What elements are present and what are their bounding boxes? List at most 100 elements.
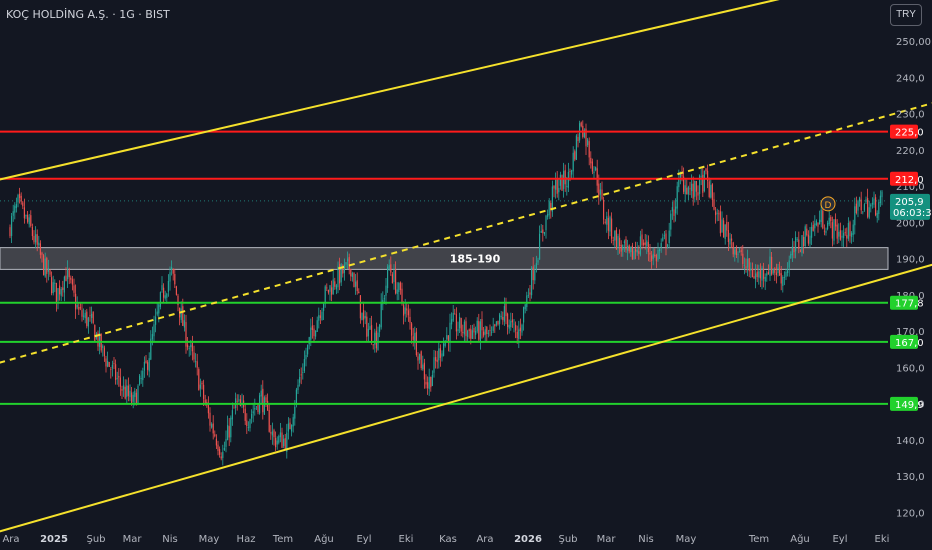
- candle-body: [729, 238, 731, 245]
- candle-body: [644, 242, 646, 245]
- candle-body: [796, 239, 798, 240]
- candle-body: [609, 217, 611, 232]
- candle-body: [751, 268, 753, 278]
- candle-body: [108, 361, 110, 367]
- x-tick-label: Tem: [272, 534, 293, 545]
- candle-body: [236, 400, 238, 402]
- candle-body: [828, 217, 830, 225]
- candle-body: [827, 222, 829, 230]
- candle-body: [606, 216, 608, 225]
- candle-body: [119, 377, 121, 387]
- candle-body: [28, 217, 30, 225]
- candle-body: [620, 244, 622, 252]
- candle-body: [92, 311, 94, 323]
- candle-body: [622, 244, 624, 251]
- candle-body: [655, 255, 657, 262]
- candle-body: [230, 417, 232, 438]
- candle-body: [801, 235, 803, 254]
- y-tick-label: 240,0: [896, 73, 925, 84]
- candle-body: [567, 171, 569, 188]
- candle-body: [292, 417, 294, 427]
- candle-body: [855, 203, 857, 213]
- candle-body: [791, 246, 793, 256]
- candle-body: [417, 356, 419, 361]
- candle-body: [353, 273, 355, 288]
- candle-body: [732, 242, 734, 255]
- candle-body: [758, 271, 760, 278]
- candle-body: [55, 282, 57, 304]
- candle-body: [331, 287, 333, 295]
- candle-body: [463, 321, 465, 335]
- candle-body: [535, 263, 537, 269]
- candle-body: [571, 170, 573, 175]
- candle-body: [627, 245, 629, 251]
- x-tick-label: 2025: [40, 534, 68, 545]
- candle-body: [503, 306, 505, 322]
- candle-body: [363, 310, 365, 320]
- candle-body: [689, 188, 691, 190]
- candle-body: [540, 230, 542, 233]
- candle-body: [638, 251, 640, 254]
- candle-body: [705, 168, 707, 172]
- candle-body: [223, 448, 225, 450]
- candle-body: [371, 325, 373, 343]
- candle-body: [831, 222, 833, 239]
- candle-body: [279, 432, 281, 438]
- candle-body: [731, 238, 733, 241]
- candle-body: [73, 285, 75, 293]
- candle-body: [132, 394, 134, 402]
- x-tick-label: Eyl: [356, 534, 371, 545]
- candle-body: [209, 412, 211, 426]
- candle-body: [159, 292, 161, 307]
- chart-background: [0, 0, 932, 550]
- candle-body: [22, 202, 24, 207]
- candle-body: [595, 166, 597, 171]
- candle-body: [433, 357, 435, 373]
- candle-body: [254, 407, 256, 410]
- candle-body: [625, 239, 627, 250]
- candle-body: [187, 344, 189, 348]
- candle-body: [743, 265, 745, 266]
- candle-body: [774, 268, 776, 273]
- candle-body: [684, 185, 686, 195]
- candle-body: [502, 316, 504, 320]
- candle-body: [473, 328, 475, 333]
- candle-body: [260, 390, 262, 397]
- x-tick-label: Eyl: [832, 534, 847, 545]
- candle-body: [17, 194, 19, 203]
- candle-body: [14, 205, 16, 213]
- candle-body: [526, 295, 528, 308]
- candle-body: [361, 312, 363, 320]
- candle-body: [702, 174, 704, 193]
- chart-container[interactable]: 185-190 D 250,00 240,0 230,0 220,0 210,0 200,0 1…: [0, 0, 932, 550]
- candle-body: [782, 277, 784, 286]
- candle-body: [516, 331, 518, 338]
- candle-body: [807, 234, 809, 244]
- candle-body: [115, 364, 117, 380]
- candle-body: [343, 264, 345, 273]
- candle-body: [420, 351, 422, 369]
- candle-body: [524, 304, 526, 310]
- candle-body: [63, 276, 65, 293]
- candle-body: [175, 286, 177, 295]
- candle-body: [457, 329, 459, 332]
- candle-body: [350, 268, 352, 277]
- candle-body: [451, 319, 453, 325]
- x-axis: Ara 2025 Şub Mar Nis May Haz Tem Ağu Eyl Eki Kas Ara…: [2, 533, 889, 545]
- candle-body: [139, 375, 141, 385]
- candle-body: [407, 310, 409, 316]
- level-tag-2: 177,8: [890, 295, 924, 310]
- candle-body: [89, 315, 91, 317]
- candle-body: [779, 268, 781, 276]
- candle-body: [635, 249, 637, 252]
- candle-body: [225, 438, 227, 447]
- price-chart[interactable]: 185-190D250,00240,0230,0220,0210,0200,01…: [0, 0, 932, 550]
- candle-body: [825, 231, 827, 233]
- currency-button[interactable]: TRY: [890, 4, 922, 26]
- candle-body: [215, 438, 217, 446]
- candle-body: [167, 280, 169, 292]
- candle-body: [491, 331, 493, 333]
- candle-body: [577, 136, 579, 142]
- candle-body: [676, 186, 678, 209]
- candle-body: [777, 267, 779, 274]
